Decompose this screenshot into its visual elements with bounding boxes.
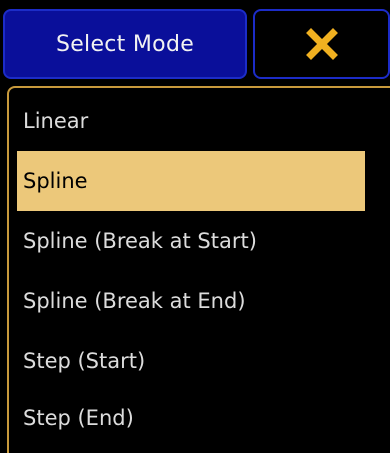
mode-option-label: Linear	[23, 109, 89, 133]
mode-list: Linear Spline Spline (Break at Start) Sp…	[9, 88, 390, 453]
dialog-header: Select Mode	[0, 0, 390, 82]
mode-option-step-start[interactable]: Step (Start)	[17, 331, 365, 391]
mode-option-label: Step (End)	[23, 406, 134, 430]
mode-option-spline-break-at-end[interactable]: Spline (Break at End)	[17, 271, 365, 331]
close-button[interactable]	[253, 9, 390, 79]
mode-list-frame: Linear Spline Spline (Break at Start) Sp…	[7, 86, 390, 453]
mode-option-linear[interactable]: Linear	[17, 91, 365, 151]
mode-option-label: Spline (Break at Start)	[23, 229, 257, 253]
mode-option-label: Spline (Break at End)	[23, 289, 246, 313]
mode-option-label: Spline	[23, 169, 88, 193]
mode-option-step-end[interactable]: Step (End)	[17, 388, 365, 448]
mode-option-spline-break-at-start[interactable]: Spline (Break at Start)	[17, 211, 365, 271]
close-x-icon	[305, 28, 338, 60]
dialog-title: Select Mode	[3, 9, 247, 79]
mode-option-spline[interactable]: Spline	[17, 151, 365, 211]
mode-option-label: Step (Start)	[23, 349, 146, 373]
